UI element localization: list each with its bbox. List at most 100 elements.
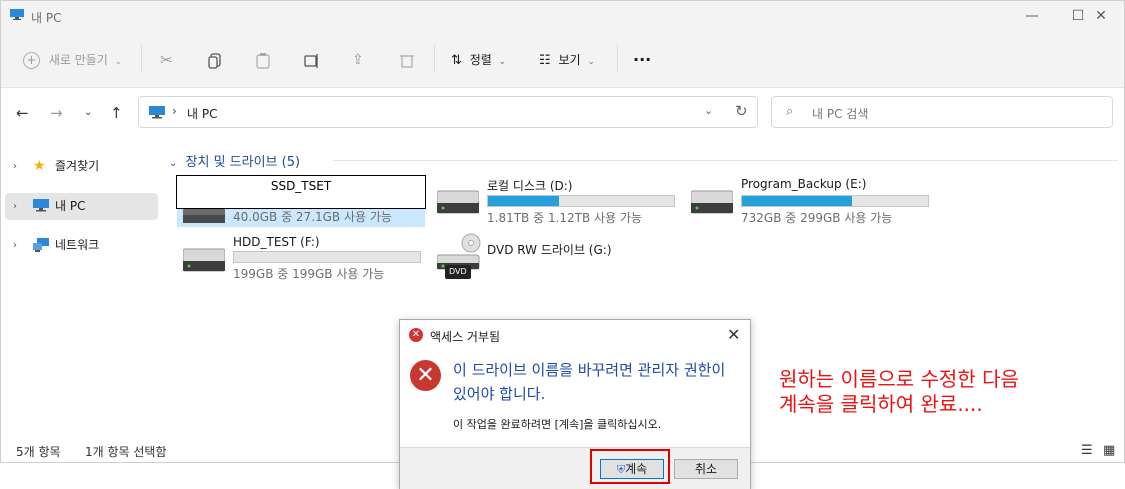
view-icon: ☷ <box>539 53 551 68</box>
item-count: 5개 항목 <box>16 445 61 459</box>
tiles-view-icon[interactable]: ▦ <box>1103 443 1115 458</box>
access-denied-dialog: ✕ 액세스 거부됨 ✕ ✕ 이 드라이브 이름을 바꾸려면 관리자 권한이 있어… <box>399 319 751 489</box>
drive-usage-bar <box>741 195 929 207</box>
error-icon: ✕ <box>409 328 423 342</box>
toolbar-divider <box>434 45 435 73</box>
dvd-badge: DVD <box>449 267 467 276</box>
delete-button[interactable] <box>400 49 414 71</box>
arrow-up-icon: ↑ <box>110 104 123 122</box>
drive-free-space: 199GB 중 199GB 사용 가능 <box>233 267 385 281</box>
sidebar-item-this-pc[interactable]: › 내 PC <box>5 193 158 220</box>
cut-button[interactable]: ✂ <box>160 49 173 71</box>
cancel-button[interactable]: 취소 <box>674 459 738 479</box>
annotation-text: 원하는 이름으로 수정한 다음 계속을 클릭하여 완료.... <box>779 367 1019 417</box>
sort-button-label: 정렬 <box>469 53 492 67</box>
drive-free-space: 732GB 중 299GB 사용 가능 <box>741 211 893 225</box>
minimize-button[interactable]: — <box>1009 1 1055 31</box>
search-placeholder: 내 PC 검색 <box>812 107 869 121</box>
pc-icon <box>33 199 49 212</box>
search-icon: ⌕ <box>786 104 794 119</box>
drive-free-space: 1.81TB 중 1.12TB 사용 가능 <box>487 211 643 225</box>
rename-button[interactable] <box>304 49 320 71</box>
command-bar: + 새로 만들기 ⌄ ✂ ⇪ ⇅ 정렬 ⌄ ☷ 보기 ⌄ ··· <box>1 31 1124 88</box>
sidebar-item-label: 내 PC <box>55 199 86 213</box>
dialog-close-button[interactable]: ✕ <box>727 325 740 344</box>
address-bar[interactable]: › 내 PC ⌄ ↻ <box>138 96 758 128</box>
drive-usage-fill <box>742 196 852 206</box>
more-options-button[interactable]: ··· <box>633 49 651 71</box>
window-title: 내 PC <box>31 11 62 25</box>
view-button-label: 보기 <box>558 53 581 67</box>
search-box[interactable]: ⌕ 내 PC 검색 <box>771 96 1113 128</box>
drive-free-space: 40.0GB 중 27.1GB 사용 가능 <box>233 210 392 224</box>
up-button[interactable]: ↑ <box>110 104 123 122</box>
arrow-right-icon: → <box>50 104 63 122</box>
chevron-right-icon[interactable]: › <box>13 232 17 259</box>
breadcrumb-current[interactable]: 내 PC <box>187 105 217 122</box>
close-button[interactable]: ✕ <box>1078 1 1124 31</box>
dialog-title: 액세스 거부됨 <box>430 330 501 344</box>
title-bar: 내 PC — ☐ ✕ <box>1 1 1124 31</box>
chevron-down-icon: ⌄ <box>498 57 507 67</box>
forward-button[interactable]: → <box>50 104 63 122</box>
drive-usage-bar <box>487 195 675 207</box>
annotation-line-2: 계속을 클릭하여 완료.... <box>779 392 983 416</box>
sort-icon: ⇅ <box>451 53 462 68</box>
refresh-icon[interactable]: ↻ <box>735 102 748 120</box>
new-button[interactable]: + 새로 만들기 ⌄ <box>23 49 122 71</box>
chevron-right-icon[interactable]: › <box>13 193 17 220</box>
chevron-down-icon: ⌄ <box>114 57 123 67</box>
copy-icon <box>208 52 221 69</box>
pc-icon <box>149 106 165 119</box>
star-icon: ★ <box>33 158 46 174</box>
dialog-message: 이 드라이브 이름을 바꾸려면 관리자 권한이 있어야 합니다. <box>453 361 726 403</box>
drive-usage-fill <box>488 196 559 206</box>
drive-name: Program_Backup (E:) <box>741 177 867 191</box>
rename-input[interactable]: SSD_TSET <box>176 175 426 209</box>
drive-usage-bar <box>233 251 421 263</box>
trash-icon <box>400 55 414 68</box>
address-history-icon[interactable]: ⌄ <box>704 104 713 117</box>
selection-count: 1개 항목 선택함 <box>85 445 167 459</box>
dialog-instruction: 이 작업을 완료하려면 [계속]을 클릭하십시오. <box>453 418 662 431</box>
toolbar-divider <box>141 45 142 73</box>
sidebar-item-favorites[interactable]: › ★ 즐겨찾기 <box>5 153 158 180</box>
scissors-icon: ✂ <box>160 51 173 69</box>
plus-circle-icon: + <box>23 52 40 69</box>
pc-icon <box>10 9 24 20</box>
share-button[interactable]: ⇪ <box>352 49 364 71</box>
rename-icon <box>304 53 318 68</box>
group-header[interactable]: ⌄ 장치 및 드라이브 (5) <box>169 151 300 170</box>
clipboard-icon <box>256 52 270 69</box>
breadcrumb-separator: › <box>172 104 177 118</box>
sidebar-item-network[interactable]: › 네트워크 <box>5 232 158 259</box>
copy-button[interactable] <box>208 49 222 71</box>
chevron-down-icon: ⌄ <box>84 107 93 118</box>
chevron-down-icon: ⌄ <box>587 57 595 67</box>
network-icon <box>33 238 49 252</box>
group-title: 장치 및 드라이브 (5) <box>185 155 301 170</box>
recent-locations-button[interactable]: ⌄ <box>84 107 92 118</box>
share-icon: ⇪ <box>352 52 364 68</box>
drive-name: HDD_TEST (F:) <box>233 235 320 249</box>
toolbar-divider <box>617 45 618 73</box>
group-divider <box>333 160 1118 161</box>
arrow-left-icon: ← <box>16 104 29 122</box>
new-button-label: 새로 만들기 <box>48 53 108 67</box>
paste-button[interactable] <box>256 49 270 71</box>
back-button[interactable]: ← <box>16 104 29 122</box>
dialog-button-bar: ⛨계속 취소 <box>400 447 750 489</box>
highlight-box <box>590 449 670 484</box>
view-button[interactable]: ☷ 보기 ⌄ <box>539 49 595 71</box>
drive-name: DVD RW 드라이브 (G:) <box>487 243 612 257</box>
sort-button[interactable]: ⇅ 정렬 ⌄ <box>451 49 506 71</box>
annotation-line-1: 원하는 이름으로 수정한 다음 <box>779 367 1019 391</box>
chevron-right-icon[interactable]: › <box>13 153 17 180</box>
error-icon: ✕ <box>410 360 441 391</box>
drive-icon <box>691 190 733 214</box>
drive-name: 로컬 디스크 (D:) <box>487 179 573 193</box>
drive-icon <box>183 248 225 272</box>
details-view-icon[interactable]: ☰ <box>1081 443 1093 458</box>
navigation-pane: › ★ 즐겨찾기 › 내 PC › 네트워크 <box>1 145 165 435</box>
drive-icon <box>437 190 479 214</box>
